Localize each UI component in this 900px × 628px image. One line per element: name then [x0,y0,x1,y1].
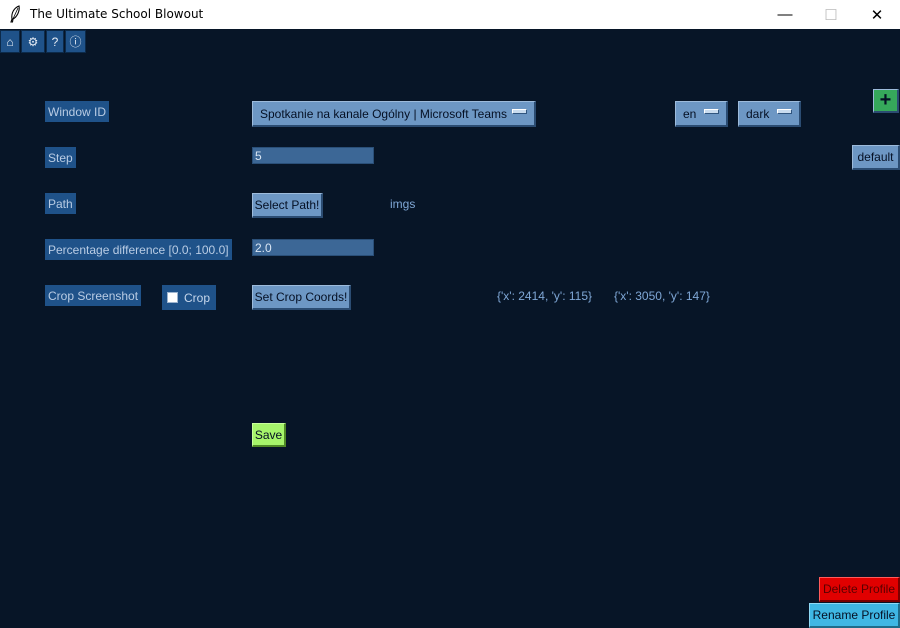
path-label: Path [45,193,76,214]
language-dropdown[interactable]: en [675,101,728,127]
home-button[interactable]: ⌂ [0,30,20,53]
step-input[interactable]: 5 [252,147,374,164]
window-id-label: Window ID [45,101,110,122]
close-icon: ✕ [870,6,884,24]
crop-coord-start: {'x': 2414, 'y': 115} [497,289,593,303]
theme-dropdown[interactable]: dark [738,101,801,127]
crop-screenshot-label: Crop Screenshot [45,285,142,306]
set-crop-coords-button[interactable]: Set Crop Coords! [252,285,351,310]
help-button[interactable]: ? [46,30,64,53]
select-path-button[interactable]: Select Path! [252,193,323,218]
settings-button[interactable]: ⚙ [21,30,45,53]
close-button[interactable]: ✕ [854,0,900,29]
checkbox-box[interactable] [167,292,178,303]
window-id-dropdown[interactable]: Spotkanie na kanale Ogólny | Microsoft T… [252,101,536,127]
dropdown-indicator-icon [704,109,719,114]
percentage-label: Percentage difference [0.0; 100.0] [45,239,232,260]
add-profile-button[interactable]: + [873,89,899,113]
info-button[interactable]: ⓘ [65,30,86,53]
title-bar: The Ultimate School Blowout — ☐ ✕ [0,0,900,29]
info-icon: ⓘ [69,35,82,49]
maximize-icon: ☐ [824,6,838,24]
window-title: The Ultimate School Blowout [30,7,204,21]
maximize-button[interactable]: ☐ [808,0,854,29]
home-icon: ⌂ [6,34,14,49]
save-button[interactable]: Save [252,423,286,447]
step-label: Step [45,147,76,168]
language-value: en [683,106,697,121]
default-button[interactable]: default [852,145,900,170]
window-id-value: Spotkanie na kanale Ogólny | Microsoft T… [260,106,508,121]
dropdown-indicator-icon [777,109,792,114]
minimize-icon: — [777,6,793,23]
feather-icon [10,5,20,23]
crop-coord-end: {'x': 3050, 'y': 147} [614,289,710,303]
gear-icon: ⚙ [27,34,39,49]
rename-profile-button[interactable]: Rename Profile [809,603,900,628]
plus-icon: + [879,89,892,111]
crop-checkbox-label: Crop [184,290,211,305]
minimize-button[interactable]: — [762,0,808,29]
dropdown-indicator-icon [512,109,527,114]
crop-checkbox[interactable]: Crop [162,285,216,310]
percentage-input[interactable]: 2.0 [252,239,374,256]
help-icon: ? [51,34,59,49]
delete-profile-button[interactable]: Delete Profile [819,577,900,602]
theme-value: dark [746,106,770,121]
path-value: imgs [390,197,416,211]
